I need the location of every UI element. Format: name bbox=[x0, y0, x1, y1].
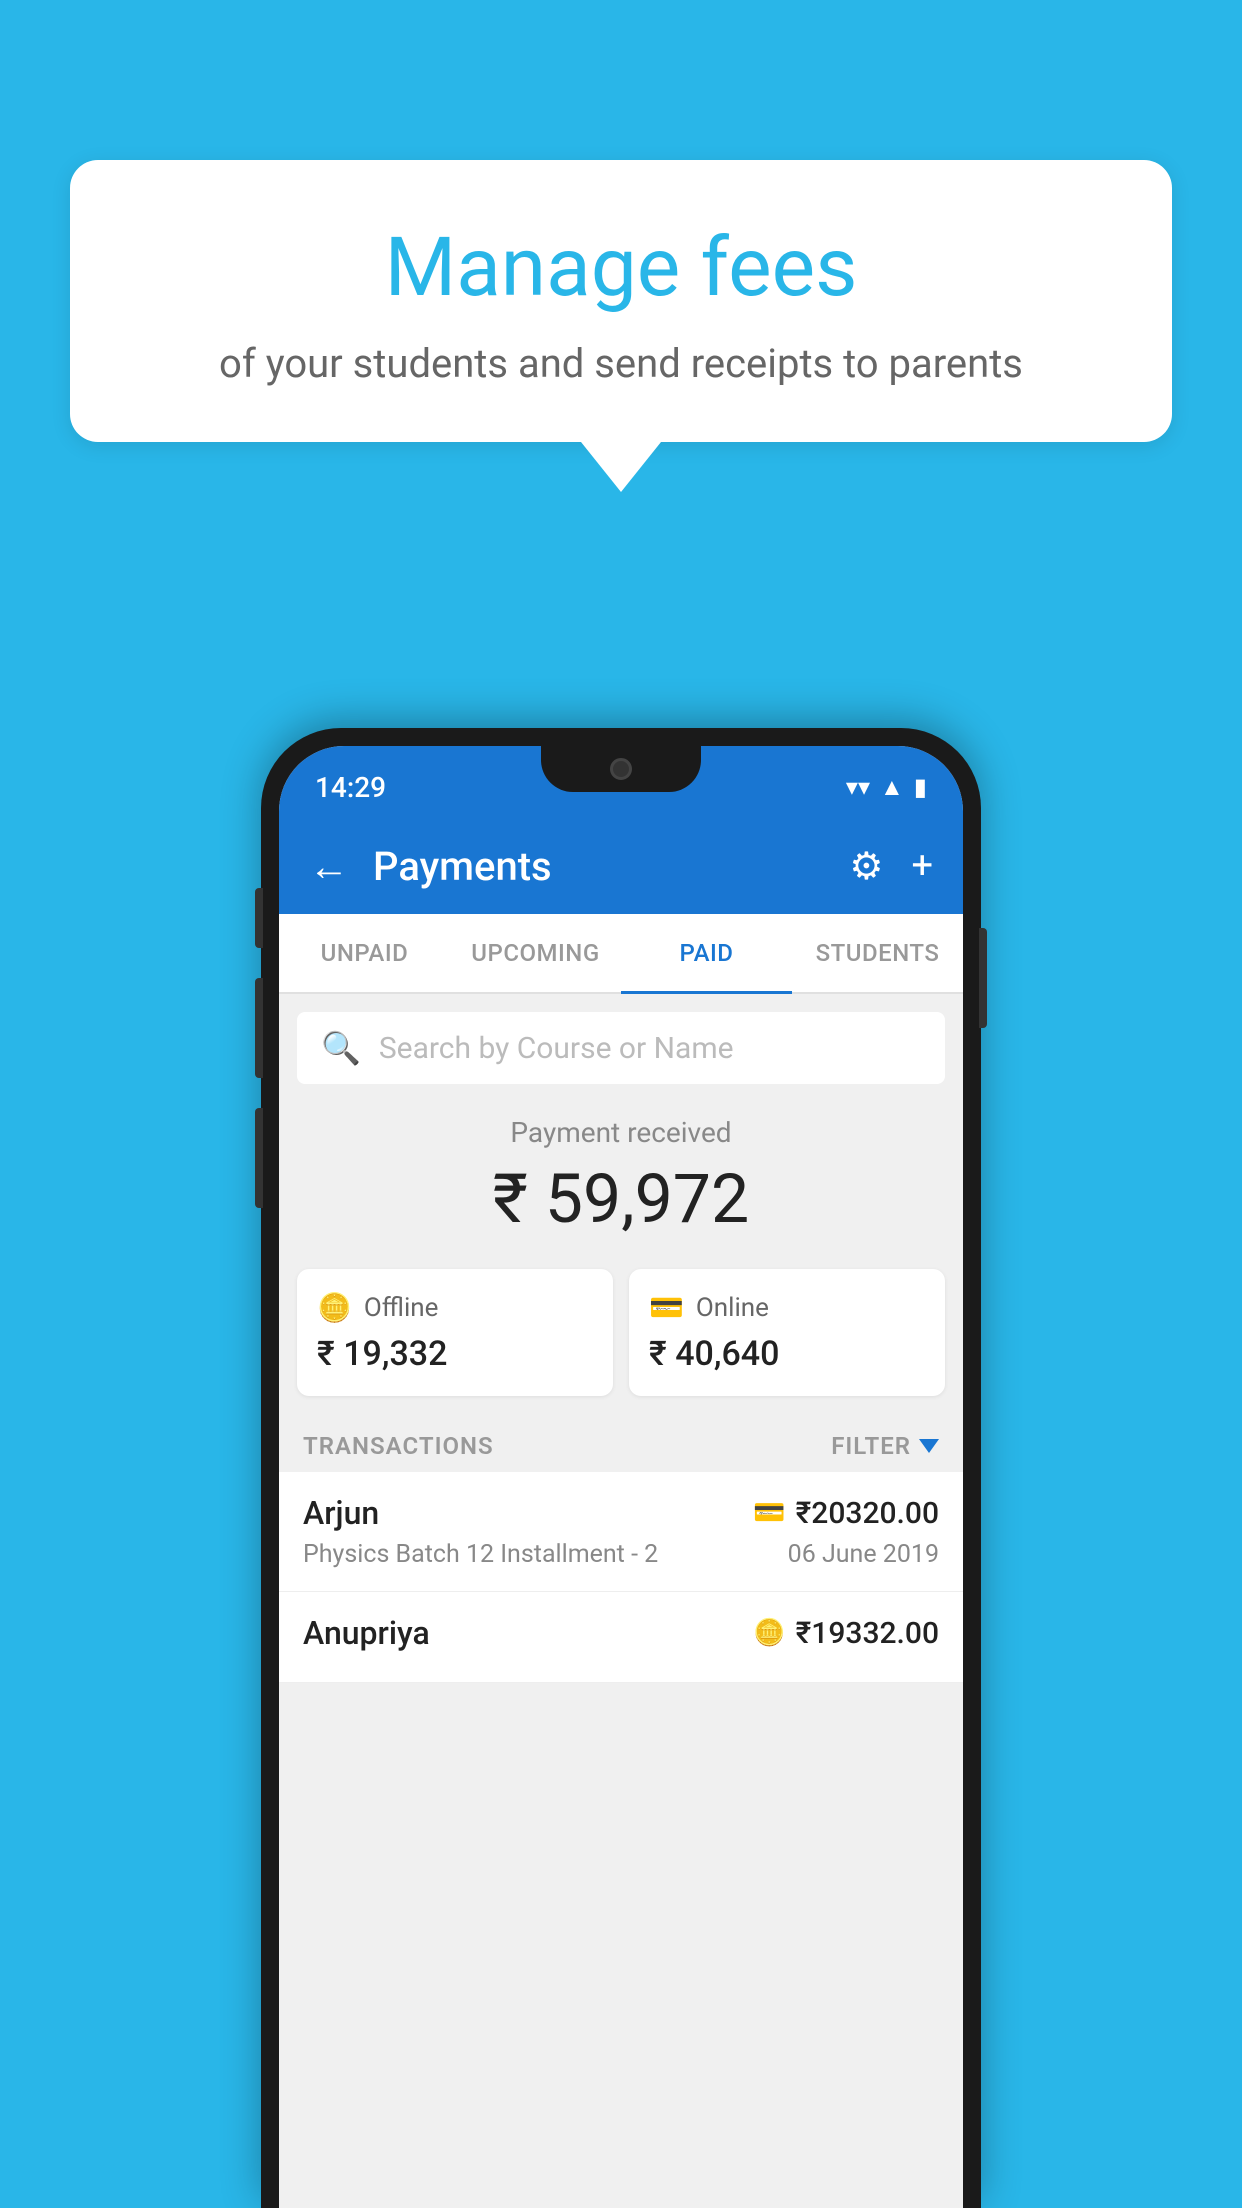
payment-received-label: Payment received bbox=[279, 1116, 963, 1149]
online-card-header: 💳 Online bbox=[649, 1291, 925, 1324]
add-icon[interactable]: + bbox=[911, 844, 933, 888]
signal-icon: ▲ bbox=[880, 773, 904, 802]
settings-icon[interactable]: ⚙ bbox=[849, 844, 883, 889]
bubble-subtitle: of your students and send receipts to pa… bbox=[150, 340, 1092, 387]
payment-summary: Payment received ₹ 59,972 bbox=[279, 1084, 963, 1259]
payment-cards: 🪙 Offline ₹ 19,332 💳 Online ₹ 40,640 bbox=[279, 1259, 963, 1414]
status-icons: ▾▾ ▲ ▮ bbox=[846, 763, 927, 802]
offline-payment-card: 🪙 Offline ₹ 19,332 bbox=[297, 1269, 613, 1396]
transactions-header: TRANSACTIONS FILTER bbox=[279, 1414, 963, 1472]
status-time: 14:29 bbox=[315, 761, 386, 804]
transactions-label: TRANSACTIONS bbox=[303, 1432, 494, 1460]
speech-bubble-container: Manage fees of your students and send re… bbox=[70, 160, 1172, 492]
transaction-date: 06 June 2019 bbox=[788, 1540, 939, 1569]
transaction-bottom: Physics Batch 12 Installment - 2 06 June… bbox=[303, 1540, 939, 1569]
speech-bubble-arrow bbox=[581, 442, 661, 492]
search-bar[interactable]: 🔍 Search by Course or Name bbox=[297, 1012, 945, 1084]
transaction-amount-wrap: 🪙 ₹19332.00 bbox=[753, 1616, 939, 1651]
tab-students[interactable]: STUDENTS bbox=[792, 914, 963, 992]
online-amount: ₹ 40,640 bbox=[649, 1334, 925, 1374]
table-row[interactable]: Arjun 💳 ₹20320.00 Physics Batch 12 Insta… bbox=[279, 1472, 963, 1592]
wifi-icon: ▾▾ bbox=[846, 773, 870, 801]
transaction-name: Arjun bbox=[303, 1494, 379, 1532]
offline-amount: ₹ 19,332 bbox=[317, 1334, 593, 1374]
power-button bbox=[979, 928, 987, 1028]
transaction-amount-wrap: 💳 ₹20320.00 bbox=[753, 1496, 939, 1531]
online-payment-icon: 💳 bbox=[649, 1291, 684, 1324]
bubble-title: Manage fees bbox=[150, 220, 1092, 316]
offline-label: Offline bbox=[364, 1293, 439, 1323]
transaction-detail: Physics Batch 12 Installment - 2 bbox=[303, 1540, 658, 1569]
payment-total-amount: ₹ 59,972 bbox=[279, 1159, 963, 1239]
transaction-amount: ₹19332.00 bbox=[796, 1616, 939, 1651]
tab-unpaid[interactable]: UNPAID bbox=[279, 914, 450, 992]
online-payment-card: 💳 Online ₹ 40,640 bbox=[629, 1269, 945, 1396]
phone-frame: 14:29 ▾▾ ▲ ▮ ← Payments ⚙ + UNPAID UPCOM… bbox=[261, 728, 981, 2208]
table-row[interactable]: Anupriya 🪙 ₹19332.00 bbox=[279, 1592, 963, 1683]
search-placeholder: Search by Course or Name bbox=[379, 1031, 734, 1066]
camera bbox=[610, 758, 632, 780]
volume-silent-button bbox=[255, 888, 263, 948]
phone-screen: 14:29 ▾▾ ▲ ▮ ← Payments ⚙ + UNPAID UPCOM… bbox=[279, 746, 963, 2208]
transaction-top: Arjun 💳 ₹20320.00 bbox=[303, 1494, 939, 1532]
speech-bubble: Manage fees of your students and send re… bbox=[70, 160, 1172, 442]
online-payment-type-icon: 💳 bbox=[753, 1498, 785, 1528]
online-label: Online bbox=[696, 1293, 769, 1323]
battery-icon: ▮ bbox=[914, 773, 927, 801]
transaction-amount: ₹20320.00 bbox=[796, 1496, 939, 1531]
filter-icon bbox=[919, 1439, 939, 1453]
tabs-bar: UNPAID UPCOMING PAID STUDENTS bbox=[279, 914, 963, 994]
header-title: Payments bbox=[373, 843, 849, 890]
offline-payment-type-icon: 🪙 bbox=[753, 1618, 785, 1648]
search-icon: 🔍 bbox=[321, 1029, 361, 1067]
content-area: 🔍 Search by Course or Name Payment recei… bbox=[279, 994, 963, 2208]
tab-upcoming[interactable]: UPCOMING bbox=[450, 914, 621, 992]
app-header: ← Payments ⚙ + bbox=[279, 818, 963, 914]
back-button[interactable]: ← bbox=[309, 843, 349, 890]
offline-payment-icon: 🪙 bbox=[317, 1291, 352, 1324]
transaction-top: Anupriya 🪙 ₹19332.00 bbox=[303, 1614, 939, 1652]
volume-down-button bbox=[255, 1108, 263, 1208]
notch bbox=[541, 746, 701, 792]
volume-up-button bbox=[255, 978, 263, 1078]
tab-paid[interactable]: PAID bbox=[621, 914, 792, 992]
offline-card-header: 🪙 Offline bbox=[317, 1291, 593, 1324]
transaction-name: Anupriya bbox=[303, 1614, 430, 1652]
header-icons: ⚙ + bbox=[849, 844, 933, 889]
filter-button[interactable]: FILTER bbox=[831, 1432, 939, 1460]
